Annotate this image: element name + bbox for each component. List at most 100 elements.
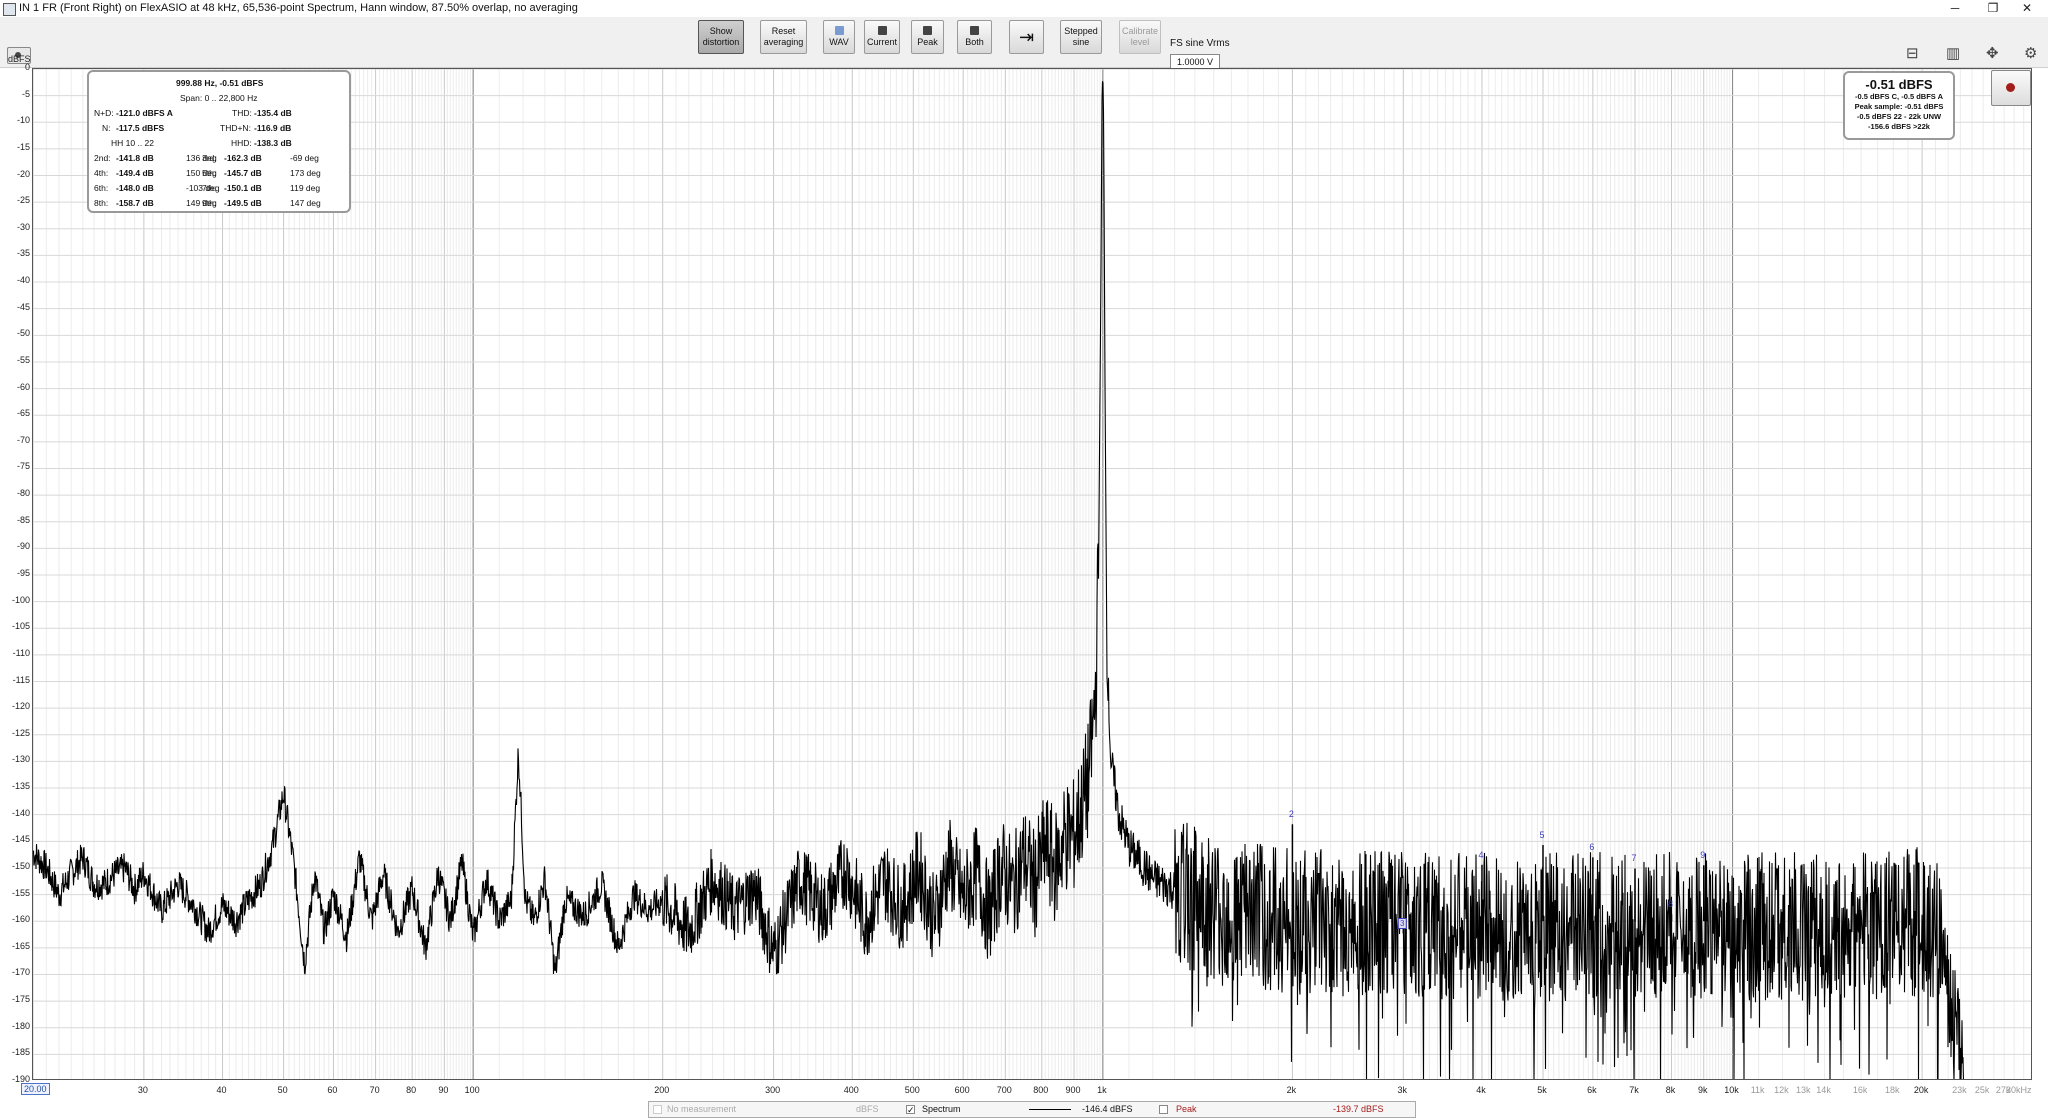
stepped-sine-button[interactable]: Stepped sine bbox=[1060, 20, 1102, 54]
reset-averaging-label: Reset averaging bbox=[763, 26, 804, 47]
spectrum-trace bbox=[33, 81, 1965, 1079]
spectrum-plot[interactable] bbox=[32, 68, 2032, 1080]
save-both-button[interactable]: Both bbox=[957, 20, 992, 54]
peak-legend-label: Peak bbox=[1176, 1104, 1197, 1114]
x-tick-label: 18k bbox=[1885, 1085, 1900, 1095]
x-tick-label: 50 bbox=[277, 1085, 288, 1095]
y-tick-label: -185 bbox=[11, 1047, 30, 1058]
harmonic-label: 9 bbox=[1700, 850, 1706, 861]
save-peak-button[interactable]: Peak bbox=[911, 20, 944, 54]
y-tick-label: -45 bbox=[16, 301, 30, 312]
save-current-button[interactable]: Current bbox=[864, 20, 900, 54]
fs-sine-input[interactable]: 1.0000 V bbox=[1170, 54, 1220, 69]
no-measurement-unit: dBFS bbox=[856, 1104, 879, 1114]
y-tick-label: -85 bbox=[16, 514, 30, 525]
show-distortion-button[interactable]: Show distortion bbox=[698, 20, 744, 54]
layout-icon[interactable]: ⊟ bbox=[1906, 44, 1919, 62]
spectrum-checkbox[interactable]: ✓ bbox=[906, 1105, 915, 1115]
app-icon bbox=[3, 3, 16, 16]
level-line-2: Peak sample: -0.51 dBFS bbox=[1854, 102, 1944, 111]
move-icon[interactable]: ✥ bbox=[1986, 44, 1999, 62]
peak-checkbox[interactable] bbox=[1159, 1105, 1168, 1114]
y-tick-label: -165 bbox=[11, 940, 30, 951]
record-button[interactable] bbox=[1991, 70, 2031, 106]
harmonic-deg: -69 deg bbox=[290, 153, 319, 163]
calibrate-level-button[interactable]: Calibrate level bbox=[1119, 20, 1161, 54]
x-tick-label: 25k bbox=[1974, 1085, 1990, 1095]
columns-icon[interactable]: ▥ bbox=[1946, 44, 1960, 62]
harmonic-deg: 147 deg bbox=[290, 198, 321, 208]
harmonic-label: 5 bbox=[1539, 830, 1545, 841]
harmonic-db: -162.3 dB bbox=[224, 153, 262, 163]
spectrum-label: Spectrum bbox=[922, 1104, 961, 1114]
x-tick-label: 400 bbox=[843, 1085, 859, 1095]
x-tick-label: 900 bbox=[1065, 1085, 1081, 1095]
hhd-label: HHD: bbox=[231, 138, 252, 148]
x-tick-label: 600 bbox=[954, 1085, 970, 1095]
x-tick-label: 30 bbox=[137, 1085, 148, 1095]
level-main: -0.51 dBFS bbox=[1865, 77, 1933, 92]
save-disk-icon bbox=[877, 26, 887, 35]
harmonic-label: 8 bbox=[1668, 899, 1674, 910]
stepped-sine-label: Stepped sine bbox=[1064, 26, 1098, 47]
harmonic-label: 2 bbox=[1288, 809, 1294, 820]
harmonic-label: 3 bbox=[1398, 918, 1407, 930]
y-tick-label: -115 bbox=[12, 674, 30, 685]
x-tick-label: 20k bbox=[1913, 1085, 1929, 1095]
reset-averaging-button[interactable]: Reset averaging bbox=[760, 20, 807, 54]
y-tick-label: -170 bbox=[11, 967, 30, 978]
y-tick-label: -100 bbox=[11, 594, 30, 605]
save-wav-button[interactable]: WAV bbox=[823, 20, 855, 54]
x-tick-label: 12k bbox=[1774, 1085, 1789, 1095]
fs-sine-label: FS sine Vrms bbox=[1170, 38, 1230, 49]
x-tick-label: 500 bbox=[904, 1085, 920, 1095]
y-tick-label: -90 bbox=[16, 541, 30, 552]
x-tick-label: 4k bbox=[1476, 1085, 1486, 1095]
harmonic-name: 9th: bbox=[202, 198, 217, 208]
spectrum-chart bbox=[33, 69, 2031, 1079]
x-tick-label: 200 bbox=[654, 1085, 670, 1095]
harmonic-db: -141.8 dB bbox=[116, 153, 154, 163]
x-tick-label: 8k bbox=[1665, 1085, 1676, 1095]
save-disk-icon bbox=[923, 26, 932, 35]
x-tick-label: 700 bbox=[996, 1085, 1012, 1095]
y-tick-label: -95 bbox=[16, 568, 30, 578]
x-tick-label: 1k bbox=[1097, 1085, 1107, 1095]
no-measurement-checkbox[interactable] bbox=[653, 1105, 662, 1114]
calibrate-level-label: Calibrate level bbox=[1122, 26, 1159, 47]
harmonic-label: 6 bbox=[1589, 842, 1595, 853]
spectrum-value: -146.4 dBFS bbox=[1082, 1104, 1133, 1114]
y-tick-label: -150 bbox=[11, 860, 30, 871]
harmonic-db: -148.0 dB bbox=[116, 183, 154, 193]
y-tick-label: -40 bbox=[16, 275, 30, 286]
harmonic-name: 7th: bbox=[202, 183, 217, 193]
x-tick-label: 13k bbox=[1796, 1085, 1811, 1095]
thd-value: -135.4 dB bbox=[254, 108, 292, 118]
import-button[interactable]: ⇥ bbox=[1009, 20, 1044, 54]
y-tick-label: -20 bbox=[16, 168, 30, 179]
peak-legend-value: -139.7 dBFS bbox=[1333, 1104, 1384, 1114]
x-tick-label: 60 bbox=[327, 1085, 338, 1095]
x-tick-label: 10k bbox=[1724, 1085, 1739, 1095]
wav-label: WAV bbox=[829, 37, 849, 47]
y-tick-label: -65 bbox=[16, 408, 30, 419]
x-tick-label: 7k bbox=[1629, 1085, 1639, 1095]
x-tick-label: 90 bbox=[438, 1085, 449, 1095]
y-tick-label: -75 bbox=[16, 461, 30, 472]
window-title: IN 1 FR (Front Right) on FlexASIO at 48 … bbox=[19, 2, 578, 14]
legend-bar: No measurement dBFS ✓ Spectrum -146.4 dB… bbox=[648, 1101, 1416, 1118]
y-tick-label: -110 bbox=[12, 647, 30, 658]
x-tick-label: 70 bbox=[369, 1085, 380, 1095]
gear-icon[interactable]: ⚙ bbox=[2024, 44, 2037, 62]
y-tick-label: -35 bbox=[16, 248, 30, 259]
level-line-4: -156.6 dBFS >22k bbox=[1868, 122, 1930, 131]
y-tick-label: -50 bbox=[16, 328, 30, 339]
current-label: Current bbox=[866, 37, 897, 47]
spectrum-line-swatch bbox=[1029, 1109, 1071, 1110]
y-tick-label: -15 bbox=[16, 141, 30, 152]
y-tick-label: -140 bbox=[11, 807, 30, 818]
close-button[interactable]: ✕ bbox=[2004, 0, 2048, 17]
harmonic-deg: 173 deg bbox=[290, 168, 321, 178]
harmonic-label: 7 bbox=[1631, 853, 1637, 864]
x-tick-label: 16k bbox=[1852, 1085, 1868, 1095]
